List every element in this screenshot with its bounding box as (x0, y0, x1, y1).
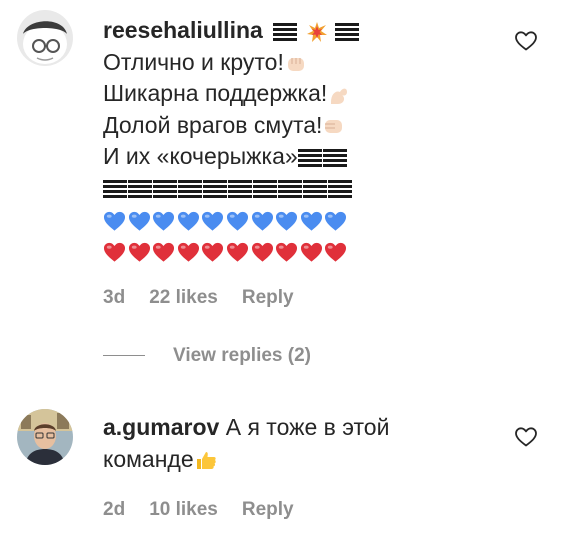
comment-first-line: a.gumarov А я тоже в этой (103, 414, 390, 440)
blue-heart-icon (177, 211, 199, 231)
bars-icon (303, 178, 327, 201)
bars-icon (273, 20, 298, 43)
comment-time[interactable]: 3d (103, 287, 125, 308)
view-replies-label[interactable]: View replies (2) (173, 345, 311, 366)
blue-heart-icon (276, 211, 298, 231)
bars-icon (278, 178, 302, 201)
bars-icon (153, 178, 177, 201)
reply-button[interactable]: Reply (242, 287, 294, 308)
username[interactable]: reesehaliullina (103, 17, 263, 43)
bars-icon (328, 178, 352, 201)
red-heart-icon (177, 243, 199, 263)
comment-2: a.gumarov А я тоже в этой команде 2d 10 l… (0, 400, 562, 549)
red-heart-icon (325, 243, 347, 263)
bars-icon (128, 178, 152, 201)
bars-icon (228, 178, 252, 201)
avatar[interactable] (17, 10, 73, 66)
blue-heart-icon (226, 211, 249, 231)
flexed-biceps-icon (331, 88, 348, 104)
blue-hearts-row (103, 204, 360, 236)
view-replies-divider (103, 355, 145, 357)
blue-heart-icon (325, 211, 347, 231)
bars-icon (178, 178, 202, 201)
blue-heart-icon (251, 211, 273, 231)
comment-body: reesehaliullina Отлично и круто! Шикарна… (103, 15, 360, 267)
red-hearts-row (103, 236, 360, 268)
comment-line: И их «кочерыжка» (103, 141, 360, 173)
heart-outline-icon[interactable] (514, 29, 538, 53)
bars-icon (297, 146, 322, 169)
comment-body: a.gumarov А я тоже в этой команде (103, 412, 389, 475)
username[interactable]: a.gumarov (103, 414, 219, 440)
red-heart-icon (128, 243, 150, 263)
comment-time[interactable]: 2d (103, 499, 125, 520)
heart-outline-icon[interactable] (514, 425, 538, 449)
fist-bump-icon (325, 120, 343, 134)
comment-likes[interactable]: 10 likes (149, 499, 218, 520)
comment-meta: 3d 22 likes Reply (103, 287, 318, 309)
bars-icon (334, 20, 359, 43)
red-heart-icon (103, 243, 126, 263)
collision-icon (306, 21, 327, 42)
view-replies-button[interactable]: View replies (2) (103, 345, 311, 367)
comment-line: команде (103, 444, 389, 476)
red-heart-icon (153, 243, 175, 263)
comment-likes[interactable]: 22 likes (149, 287, 218, 308)
red-heart-icon (226, 243, 249, 263)
comment-line: Отлично и круто! (103, 47, 360, 79)
blue-heart-icon (202, 211, 224, 231)
red-heart-icon (276, 243, 298, 263)
red-heart-icon (251, 243, 273, 263)
comment-meta: 2d 10 likes Reply (103, 499, 318, 521)
blue-heart-icon (128, 211, 150, 231)
reply-button[interactable]: Reply (242, 499, 294, 520)
red-heart-icon (300, 243, 322, 263)
blue-heart-icon (300, 211, 322, 231)
fist-icon (287, 58, 304, 72)
comment-1: reesehaliullina Отлично и круто! Шикарна… (0, 0, 562, 330)
thumbs-up-icon (196, 452, 216, 470)
comment-first-line: reesehaliullina (103, 15, 360, 47)
comment-line: Шикарна поддержка! (103, 78, 360, 110)
avatar[interactable] (17, 409, 73, 465)
bars-row (103, 173, 360, 205)
blue-heart-icon (153, 211, 175, 231)
bars-icon (322, 146, 347, 169)
bars-icon (103, 178, 127, 201)
comment-line: Долой врагов смута! (103, 110, 360, 142)
blue-heart-icon (103, 211, 126, 231)
bars-icon (253, 178, 277, 201)
bars-icon (203, 178, 227, 201)
red-heart-icon (202, 243, 224, 263)
